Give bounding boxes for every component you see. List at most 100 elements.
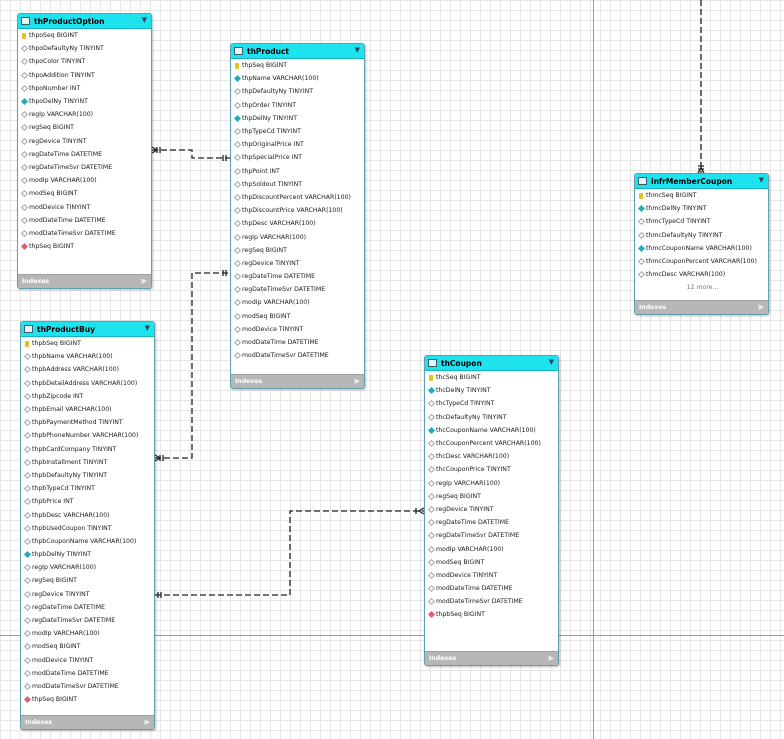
column-row[interactable]: regDevice TINYINT	[425, 503, 558, 516]
column-row[interactable]: thcCouponPrice TINYINT	[425, 463, 558, 476]
column-row[interactable]: modDevice TINYINT	[425, 569, 558, 582]
column-row[interactable]: modDateTimeSvr DATETIME	[18, 227, 151, 240]
column-row[interactable]: modIp VARCHAR(100)	[21, 627, 154, 640]
column-row[interactable]: thpDiscountPrice VARCHAR(100)	[231, 204, 364, 217]
expand-arrow-icon[interactable]: ▶	[142, 277, 147, 285]
column-row[interactable]: thpbUsedCoupon TINYINT	[21, 522, 154, 535]
table-header[interactable]: thProductBuy ▼	[21, 322, 154, 337]
column-row[interactable]: thpOriginalPrice INT	[231, 138, 364, 151]
column-row[interactable]: thpSeq BIGINT	[21, 693, 154, 706]
column-row[interactable]: modDateTime DATETIME	[21, 667, 154, 680]
column-row[interactable]: regIp VARCHAR(100)	[231, 230, 364, 243]
column-row[interactable]: modDevice TINYINT	[18, 200, 151, 213]
collapse-arrow-icon[interactable]: ▼	[549, 358, 554, 366]
column-row[interactable]: thpoNumber INT	[18, 82, 151, 95]
column-row[interactable]: regDateTime DATETIME	[18, 148, 151, 161]
column-row[interactable]: modDateTime DATETIME	[18, 214, 151, 227]
table-header[interactable]: thProductOption ▼	[18, 14, 151, 29]
column-row[interactable]: thcTypeCd TINYINT	[425, 397, 558, 410]
column-row[interactable]: modIp VARCHAR(100)	[425, 542, 558, 555]
table-header[interactable]: thProduct ▼	[231, 44, 364, 59]
column-row[interactable]: regIp VARCHAR(100)	[21, 561, 154, 574]
column-row[interactable]: regIp VARCHAR(100)	[18, 108, 151, 121]
table-thproductoption[interactable]: thProductOption ▼ thpoSeq BIGINT thpoDefa…	[17, 13, 152, 289]
column-row[interactable]: thpbInstallment TINYINT	[21, 456, 154, 469]
column-row[interactable]: thpPoint INT	[231, 165, 364, 178]
column-row[interactable]: thpDesc VARCHAR(100)	[231, 217, 364, 230]
expand-arrow-icon[interactable]: ▶	[759, 303, 764, 311]
column-row[interactable]: thcDelNy TINYINT	[425, 384, 558, 397]
column-row[interactable]: modSeq BIGINT	[425, 556, 558, 569]
column-row[interactable]: modDevice TINYINT	[21, 654, 154, 667]
column-row[interactable]: thpbName VARCHAR(100)	[21, 350, 154, 363]
collapse-arrow-icon[interactable]: ▼	[355, 46, 360, 54]
collapse-arrow-icon[interactable]: ▼	[145, 324, 150, 332]
column-row[interactable]: thcSeq BIGINT	[425, 371, 558, 384]
column-row[interactable]: modDevice TINYINT	[231, 323, 364, 336]
indexes-footer[interactable]: Indexes ▶	[425, 651, 558, 665]
column-row[interactable]: thcCouponName VARCHAR(100)	[425, 424, 558, 437]
column-row[interactable]: thpOrder TINYINT	[231, 99, 364, 112]
column-row[interactable]: thpbDelNy TINYINT	[21, 548, 154, 561]
column-row[interactable]: modIp VARCHAR(100)	[231, 296, 364, 309]
column-row[interactable]: thpDiscountPercent VARCHAR(100)	[231, 191, 364, 204]
column-row[interactable]: regDateTimeSvr DATETIME	[21, 614, 154, 627]
column-row[interactable]: regSeq BIGINT	[21, 574, 154, 587]
column-row[interactable]: thpName VARCHAR(100)	[231, 72, 364, 85]
column-row[interactable]: thmcCouponName VARCHAR(100)	[635, 242, 768, 255]
column-row[interactable]: thpbCardCompany TINYINT	[21, 443, 154, 456]
column-row[interactable]: thpbSeq BIGINT	[425, 608, 558, 621]
column-row[interactable]: modDateTimeSvr DATETIME	[21, 680, 154, 693]
column-row[interactable]: thpbDetailAddress VARCHAR(100)	[21, 377, 154, 390]
table-header[interactable]: thCoupon ▼	[425, 356, 558, 371]
column-row[interactable]: regDateTime DATETIME	[21, 601, 154, 614]
expand-arrow-icon[interactable]: ▶	[549, 654, 554, 662]
table-header[interactable]: infrMemberCoupon ▼	[635, 174, 768, 189]
column-row[interactable]: thmcTypeCd TINYINT	[635, 215, 768, 228]
table-thproductbuy[interactable]: thProductBuy ▼ thpbSeq BIGINT thpbName VA…	[20, 321, 155, 730]
column-row[interactable]: thpDefaultyNy TINYINT	[231, 85, 364, 98]
column-row[interactable]: modDateTime DATETIME	[425, 582, 558, 595]
column-row[interactable]: regSeq BIGINT	[18, 121, 151, 134]
column-row[interactable]: modDateTime DATETIME	[231, 336, 364, 349]
column-row[interactable]: thcCouponPercent VARCHAR(100)	[425, 437, 558, 450]
expand-arrow-icon[interactable]: ▶	[145, 718, 150, 726]
expand-arrow-icon[interactable]: ▶	[355, 377, 360, 385]
more-columns-label[interactable]: 12 more...	[635, 281, 768, 294]
column-row[interactable]: thpbPaymentMethod TINYINT	[21, 416, 154, 429]
column-row[interactable]: thpoDelNy TINYINT	[18, 95, 151, 108]
column-row[interactable]: regDevice TINYINT	[18, 135, 151, 148]
column-row[interactable]: thpbCouponName VARCHAR(100)	[21, 535, 154, 548]
column-row[interactable]: thmcSeq BIGINT	[635, 189, 768, 202]
indexes-footer[interactable]: Indexes ▶	[18, 274, 151, 288]
column-row[interactable]: regDateTimeSvr DATETIME	[425, 529, 558, 542]
column-row[interactable]: modSeq BIGINT	[18, 187, 151, 200]
column-row[interactable]: thpSpecialPrice INT	[231, 151, 364, 164]
column-row[interactable]: thpSoldout TINYINT	[231, 178, 364, 191]
column-row[interactable]: regSeq BIGINT	[231, 244, 364, 257]
column-row[interactable]: thpDelNy TINYINT	[231, 112, 364, 125]
column-row[interactable]: regDateTime DATETIME	[425, 516, 558, 529]
column-row[interactable]: thpTypeCd TINYINT	[231, 125, 364, 138]
column-row[interactable]: regIp VARCHAR(100)	[425, 477, 558, 490]
collapse-arrow-icon[interactable]: ▼	[759, 176, 764, 184]
collapse-arrow-icon[interactable]: ▼	[142, 16, 147, 24]
column-row[interactable]: thpbPhoneNumber VARCHAR(100)	[21, 429, 154, 442]
column-row[interactable]: thmcDefaultyNy TINYINT	[635, 229, 768, 242]
column-row[interactable]: thmcCouponPercent VARCHAR(100)	[635, 255, 768, 268]
column-row[interactable]: thpbEmail VARCHAR(100)	[21, 403, 154, 416]
column-row[interactable]: regDevice TINYINT	[21, 588, 154, 601]
column-row[interactable]: regSeq BIGINT	[425, 490, 558, 503]
column-row[interactable]: modDateTimeSvr DATETIME	[231, 349, 364, 362]
column-row[interactable]: regDateTimeSvr DATETIME	[231, 283, 364, 296]
table-thproduct[interactable]: thProduct ▼ thpSeq BIGINT thpName VARCHAR…	[230, 43, 365, 389]
column-row[interactable]: thpoAddition TINYINT	[18, 69, 151, 82]
column-row[interactable]: thpoDefaultyNy TINYINT	[18, 42, 151, 55]
indexes-footer[interactable]: Indexes ▶	[21, 715, 154, 729]
column-row[interactable]: thpSeq BIGINT	[231, 59, 364, 72]
column-row[interactable]: thpbTypeCd TINYINT	[21, 482, 154, 495]
table-thcoupon[interactable]: thCoupon ▼ thcSeq BIGINT thcDelNy TINYINT…	[424, 355, 559, 666]
column-row[interactable]: thpbDesc VARCHAR(100)	[21, 508, 154, 521]
column-row[interactable]: thpoSeq BIGINT	[18, 29, 151, 42]
indexes-footer[interactable]: Indexes ▶	[231, 374, 364, 388]
